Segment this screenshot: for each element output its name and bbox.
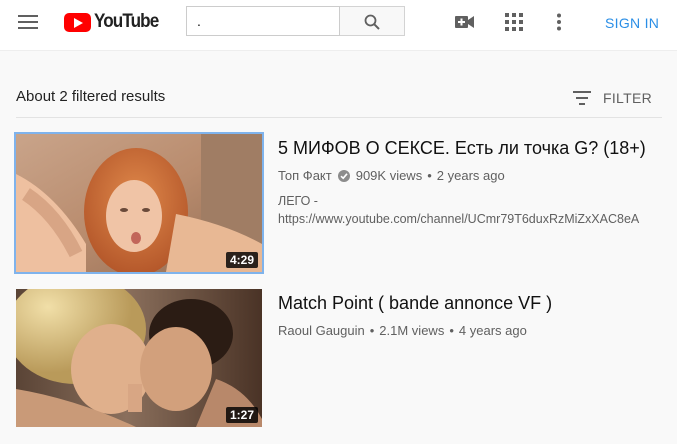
video-result[interactable]: 1:27 Match Point ( bande annonce VF ) Ra… <box>16 289 676 429</box>
video-meta: Топ Факт 909K views • 2 years ago <box>278 168 505 183</box>
settings-menu-button[interactable] <box>556 13 562 36</box>
upload-age: 4 years ago <box>458 323 527 338</box>
thumbnail-image <box>16 134 262 272</box>
create-video-button[interactable] <box>455 13 475 36</box>
more-vert-icon <box>557 13 561 31</box>
filter-button[interactable]: FILTER <box>573 88 652 108</box>
channel-name[interactable]: Raoul Gauguin <box>278 323 365 338</box>
logo-text: YouTube <box>94 11 159 32</box>
filter-icon <box>573 91 591 105</box>
video-title[interactable]: 5 МИФОВ О СЕКСЕ. Есть ли точка G? (18+) <box>278 138 646 159</box>
filter-label: FILTER <box>603 90 652 106</box>
search-input[interactable] <box>186 6 340 36</box>
sign-in-button[interactable]: SIGN IN <box>605 15 659 31</box>
video-thumbnail[interactable]: 4:29 <box>16 134 262 272</box>
masthead: YouTube SIGN IN <box>0 0 677 51</box>
meta-separator: • <box>369 323 375 338</box>
video-description: ЛЕГО - https://www.youtube.com/channel/U… <box>278 192 664 228</box>
video-thumbnail[interactable]: 1:27 <box>16 289 262 427</box>
video-meta: Raoul Gauguin • 2.1M views • 4 years ago <box>278 323 527 338</box>
apps-button[interactable] <box>505 13 523 36</box>
video-camera-icon <box>455 16 474 28</box>
video-result[interactable]: 4:29 5 МИФОВ О СЕКСЕ. Есть ли точка G? (… <box>16 134 676 274</box>
view-count: 909K views <box>355 168 423 183</box>
meta-separator: • <box>427 168 432 183</box>
description-line: https://www.youtube.com/channel/UCmr79T6… <box>278 212 640 226</box>
channel-name[interactable]: Топ Факт <box>278 168 332 183</box>
upload-age: 2 years ago <box>436 168 505 183</box>
search-icon <box>364 14 380 30</box>
youtube-play-icon <box>64 12 91 32</box>
description-line: ЛЕГО - <box>278 194 318 208</box>
verified-badge-icon <box>337 169 350 182</box>
video-title[interactable]: Match Point ( bande annonce VF ) <box>278 293 552 314</box>
apps-grid-icon <box>505 13 523 31</box>
video-duration: 1:27 <box>225 407 258 423</box>
thumbnail-image <box>16 289 262 427</box>
view-count: 2.1M views <box>379 323 445 338</box>
youtube-logo[interactable]: YouTube <box>64 11 165 32</box>
search-button[interactable] <box>340 6 405 36</box>
menu-icon[interactable] <box>18 14 38 30</box>
video-duration: 4:29 <box>225 252 258 268</box>
meta-separator: • <box>449 323 454 338</box>
results-divider <box>16 117 662 118</box>
results-summary: About 2 filtered results <box>16 88 166 105</box>
